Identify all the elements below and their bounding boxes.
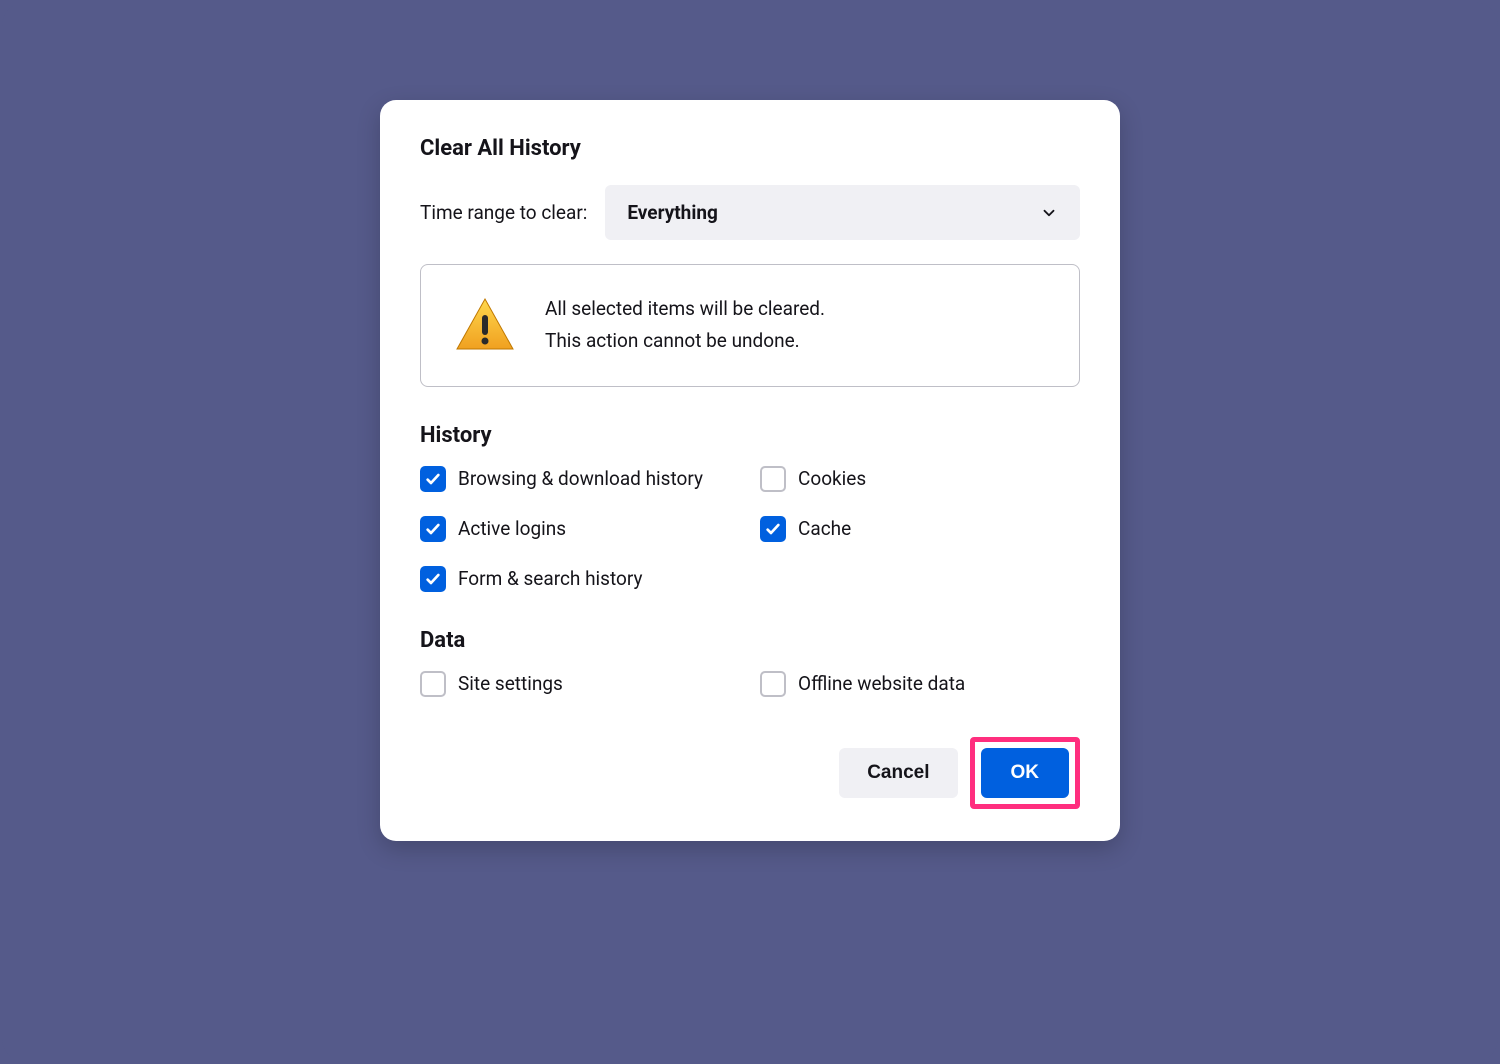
time-range-value: Everything [627, 201, 718, 224]
history-section-title: History [420, 423, 1080, 448]
checkbox-label[interactable]: Form & search history [458, 567, 642, 590]
data-checkbox-grid: Site settings Offline website data [420, 671, 1080, 697]
checkbox-input[interactable] [420, 516, 446, 542]
checkbox-site-settings: Site settings [420, 671, 740, 697]
checkbox-cache: Cache [760, 516, 1080, 542]
checkbox-input[interactable] [760, 516, 786, 542]
checkbox-label[interactable]: Cookies [798, 467, 866, 490]
time-range-row: Time range to clear: Everything [420, 185, 1080, 240]
checkbox-input[interactable] [420, 566, 446, 592]
checkbox-form-search-history: Form & search history [420, 566, 740, 592]
checkbox-input[interactable] [760, 671, 786, 697]
warning-icon [453, 293, 517, 357]
checkbox-input[interactable] [420, 466, 446, 492]
time-range-select[interactable]: Everything [605, 185, 1080, 240]
warning-text: All selected items will be cleared. This… [545, 293, 825, 358]
warning-box: All selected items will be cleared. This… [420, 264, 1080, 387]
data-section-title: Data [420, 628, 1080, 653]
ok-button-highlight: OK [970, 737, 1081, 809]
checkbox-cookies: Cookies [760, 466, 1080, 492]
checkmark-icon [425, 471, 441, 487]
warning-line-1: All selected items will be cleared. [545, 293, 825, 325]
dialog-title: Clear All History [420, 136, 1080, 161]
chevron-down-icon [1040, 204, 1058, 222]
ok-button[interactable]: OK [981, 748, 1070, 798]
checkbox-label[interactable]: Offline website data [798, 672, 965, 695]
clear-history-dialog: Clear All History Time range to clear: E… [380, 100, 1120, 841]
checkbox-label[interactable]: Browsing & download history [458, 467, 703, 490]
checkmark-icon [425, 521, 441, 537]
checkbox-input[interactable] [420, 671, 446, 697]
cancel-button[interactable]: Cancel [839, 748, 957, 798]
checkbox-browsing-download-history: Browsing & download history [420, 466, 740, 492]
checkmark-icon [425, 571, 441, 587]
checkmark-icon [765, 521, 781, 537]
checkbox-label[interactable]: Site settings [458, 672, 563, 695]
checkbox-label[interactable]: Cache [798, 517, 851, 540]
dialog-button-row: Cancel OK [420, 737, 1080, 809]
warning-line-2: This action cannot be undone. [545, 325, 825, 357]
checkbox-input[interactable] [760, 466, 786, 492]
history-checkbox-grid: Browsing & download history Cookies Acti… [420, 466, 1080, 592]
time-range-label: Time range to clear: [420, 201, 587, 224]
checkbox-label[interactable]: Active logins [458, 517, 566, 540]
checkbox-active-logins: Active logins [420, 516, 740, 542]
checkbox-offline-website-data: Offline website data [760, 671, 1080, 697]
